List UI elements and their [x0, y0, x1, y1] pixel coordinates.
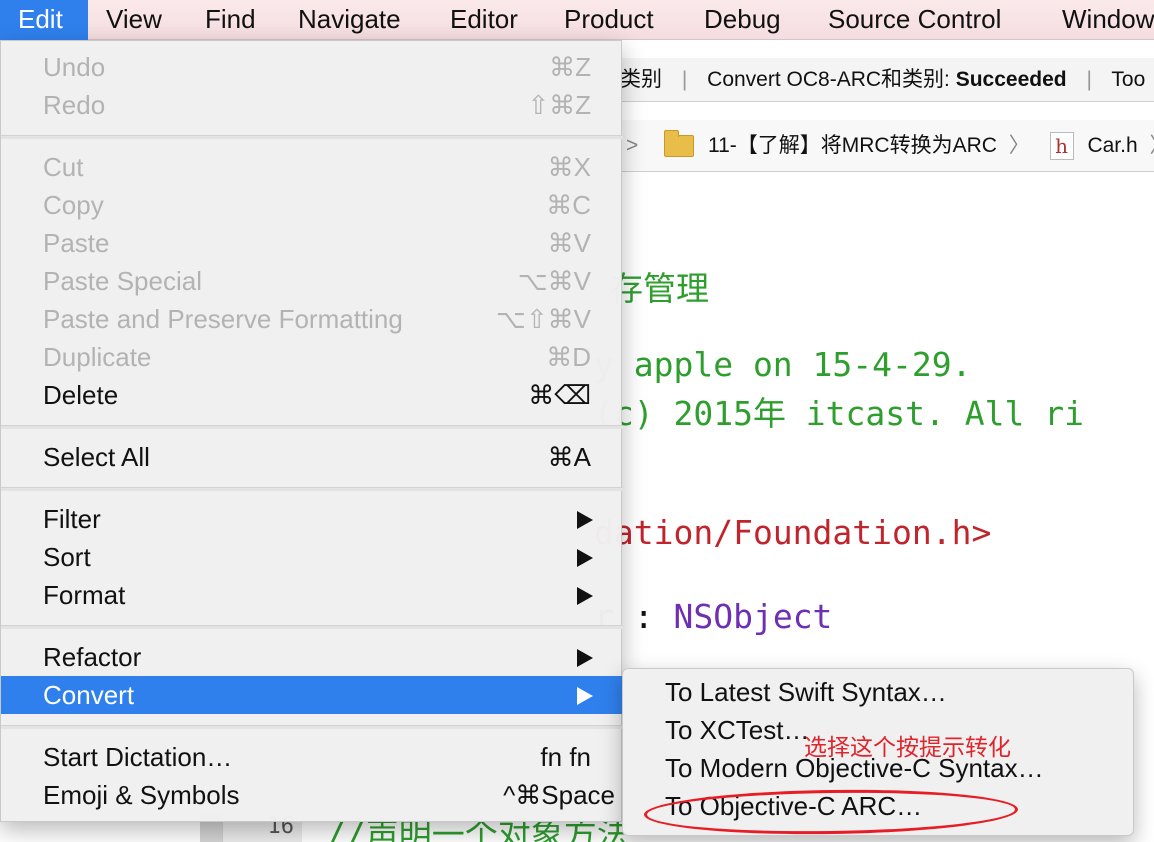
menu-bar: Edit View Find Navigate Editor Product D… [0, 0, 1154, 40]
menu-item-refactor[interactable]: Refactor [1, 638, 623, 676]
menu-item-filter[interactable]: Filter [1, 500, 623, 538]
menu-item-label: Convert [43, 680, 135, 710]
chevron-right-icon: 〉 [1008, 134, 1030, 157]
shortcut-label: ⌥⇧⌘V [495, 304, 591, 334]
status-left-fragment: 类别 [620, 68, 662, 91]
menu-separator [1, 625, 623, 629]
jumpbar-prefix: > [626, 134, 639, 157]
menu-separator [1, 725, 623, 729]
header-file-icon: h [1049, 132, 1074, 161]
menu-debug[interactable]: Debug [704, 0, 781, 40]
menu-item-undo[interactable]: Undo ⌘Z [1, 48, 623, 86]
annotation-text: 选择这个按提示转化 [804, 734, 1011, 760]
chevron-right-icon: 〉 [1150, 134, 1154, 157]
code-line: dation/Foundation.h> [594, 513, 992, 552]
menu-item-label: Paste and Preserve Formatting [43, 304, 403, 334]
code-line: y apple on 15-4-29. [594, 345, 972, 384]
menu-item-label: Redo [43, 90, 106, 120]
code-line: (c) 2015年 itcast. All ri [594, 394, 1084, 433]
status-result: Succeeded [955, 68, 1067, 91]
folder-icon [664, 130, 695, 158]
menu-separator [1, 135, 623, 139]
status-divider: | [1086, 68, 1092, 91]
menu-item-paste-special[interactable]: Paste Special ⌥⌘V [1, 262, 623, 300]
menu-item-label: Sort [43, 542, 91, 572]
submenu-arrow-icon [577, 687, 593, 705]
edit-menu: Undo ⌘Z Redo ⇧⌘Z Cut ⌘X Copy ⌘C Paste ⌘V… [0, 40, 623, 822]
shortcut-label: ^⌘Space [503, 780, 615, 810]
submenu-arrow-icon [577, 549, 593, 567]
submenu-item-latest-swift[interactable]: To Latest Swift Syntax… [665, 677, 947, 713]
jump-bar: > 11-【了解】将MRC转换为ARC 〉 h Car.h 〉 No [620, 120, 1154, 172]
code-token-type: NSObject [673, 597, 833, 636]
shortcut-label: ⌘Z [549, 52, 591, 82]
shortcut-label: ⌘⌫ [528, 380, 591, 410]
menu-item-label: Emoji & Symbols [43, 780, 240, 810]
status-right-fragment: Too [1111, 68, 1146, 91]
menu-source-control[interactable]: Source Control [828, 0, 1001, 40]
menu-item-format[interactable]: Format [1, 576, 623, 614]
submenu-arrow-icon [577, 649, 593, 667]
menu-item-cut[interactable]: Cut ⌘X [1, 148, 623, 186]
menu-item-select-all[interactable]: Select All ⌘A [1, 438, 623, 476]
shortcut-label: ⌘D [546, 342, 591, 372]
menu-item-sort[interactable]: Sort [1, 538, 623, 576]
menu-item-duplicate[interactable]: Duplicate ⌘D [1, 338, 623, 376]
menu-navigate[interactable]: Navigate [298, 0, 401, 40]
menu-item-label: Paste [43, 228, 110, 258]
menu-item-delete[interactable]: Delete ⌘⌫ [1, 376, 623, 414]
menu-item-emoji-symbols[interactable]: Emoji & Symbols ^⌘Space [1, 776, 623, 814]
menu-item-label: Duplicate [43, 342, 152, 372]
menu-editor[interactable]: Editor [450, 0, 518, 40]
menu-product[interactable]: Product [564, 0, 654, 40]
menu-item-label: Undo [43, 52, 106, 82]
code-line: 存管理 [610, 269, 709, 308]
jumpbar-file[interactable]: Car.h [1087, 134, 1137, 157]
menu-item-label: Select All [43, 442, 150, 472]
shortcut-label: ⌥⌘V [517, 266, 591, 296]
shortcut-label: ⌘C [546, 190, 591, 220]
jumpbar-folder[interactable]: 11-【了解】将MRC转换为ARC [708, 134, 997, 157]
menu-view[interactable]: View [106, 0, 162, 40]
status-scheme: Convert OC8-ARC和类别: [707, 68, 950, 91]
menu-item-label: Format [43, 580, 126, 610]
menu-item-copy[interactable]: Copy ⌘C [1, 186, 623, 224]
menu-item-label: Cut [43, 152, 84, 182]
menu-item-label: Copy [43, 190, 104, 220]
submenu-arrow-icon [577, 511, 593, 529]
status-divider: | [681, 68, 688, 91]
menu-item-paste[interactable]: Paste ⌘V [1, 224, 623, 262]
submenu-arrow-icon [577, 587, 593, 605]
menu-item-convert[interactable]: Convert [1, 676, 623, 714]
shortcut-label: fn fn [540, 742, 591, 772]
menu-item-start-dictation[interactable]: Start Dictation… fn fn [1, 738, 623, 776]
shortcut-label: ⌘V [547, 228, 591, 258]
menu-item-redo[interactable]: Redo ⇧⌘Z [1, 86, 623, 124]
menu-separator [1, 425, 623, 429]
menu-find[interactable]: Find [205, 0, 256, 40]
activity-status: 类别 | Convert OC8-ARC和类别: Succeeded | Too [620, 58, 1154, 102]
menu-separator [1, 487, 623, 491]
menu-item-label: Refactor [43, 642, 142, 672]
shortcut-label: ⌘X [547, 152, 591, 182]
menu-window[interactable]: Window [1062, 0, 1154, 40]
menu-item-label: Filter [43, 504, 101, 534]
menu-item-label: Paste Special [43, 266, 202, 296]
code-line: r : NSObject [594, 597, 832, 636]
submenu-item-xctest[interactable]: To XCTest… [665, 715, 810, 751]
menu-item-label: Start Dictation… [43, 742, 233, 772]
menu-edit[interactable]: Edit [0, 0, 88, 40]
shortcut-label: ⇧⌘Z [527, 90, 591, 120]
shortcut-label: ⌘A [547, 442, 591, 472]
menu-item-label: Delete [43, 380, 119, 410]
menu-item-paste-preserve-formatting[interactable]: Paste and Preserve Formatting ⌥⇧⌘V [1, 300, 623, 338]
